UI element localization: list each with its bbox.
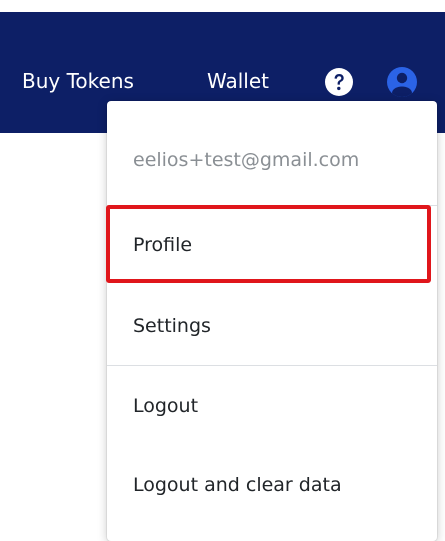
menu-item-logout-clear-data[interactable]: Logout and clear data	[107, 445, 437, 525]
user-dropdown-menu: eelios+test@gmail.com Profile Settings L…	[107, 101, 437, 541]
question-circle-icon[interactable]	[324, 67, 354, 97]
profile-highlight-box	[106, 205, 431, 283]
buy-tokens-link[interactable]: Buy Tokens	[22, 68, 134, 94]
wallet-link[interactable]: Wallet	[207, 68, 269, 94]
user-circle-icon[interactable]	[386, 66, 418, 98]
user-email: eelios+test@gmail.com	[133, 149, 360, 171]
menu-item-logout[interactable]: Logout	[107, 366, 437, 446]
menu-item-settings[interactable]: Settings	[107, 286, 437, 366]
